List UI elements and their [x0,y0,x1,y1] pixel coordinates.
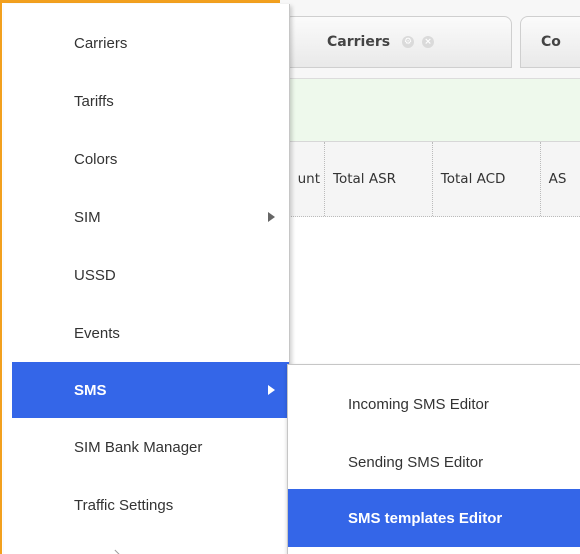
sms-submenu: Incoming SMS Editor Sending SMS Editor S… [287,364,580,554]
column-header-asr[interactable]: AS [541,142,580,216]
tab-carriers[interactable]: Carriers ⚙ × [284,16,512,68]
submenu-item-sending-sms-editor[interactable]: Sending SMS Editor [288,433,580,491]
main-menu: Carriers Tariffs Colors SIM USSD Events … [4,4,290,554]
menu-item-label: Colors [74,150,118,168]
tab-carriers-label: Carriers [327,34,391,50]
menu-item-label: USSD [74,266,116,284]
chevron-right-icon [268,385,275,395]
menu-item-label: SMS [74,381,107,399]
menu-item-ussd[interactable]: USSD [12,247,289,303]
submenu-item-incoming-sms-editor[interactable]: Incoming SMS Editor [288,375,580,433]
menu-item-label: SIM [74,208,101,226]
menu-item-sms[interactable]: SMS [12,362,289,418]
tab-next-label: Co [541,34,561,50]
tab-next[interactable]: Co [520,16,580,68]
menu-item-sim-bank-manager[interactable]: SIM Bank Manager [12,419,289,475]
chevron-right-icon [268,212,275,222]
menu-item-carriers[interactable]: Carriers [12,15,289,71]
tab-strip: Carriers ⚙ × Co [280,0,580,79]
submenu-item-label: Incoming SMS Editor [348,395,489,413]
carriers-window: Carriers ⚙ × Co unt Total ASR Total ACD … [0,0,580,554]
menu-item-colors[interactable]: Colors [12,131,289,187]
menu-item-label: Tariffs [74,92,114,110]
table-header: unt Total ASR Total ACD AS [280,142,580,217]
close-icon[interactable]: × [422,36,435,48]
menu-item-sim[interactable]: SIM [12,189,289,245]
filter-bar [280,79,580,142]
gear-icon[interactable]: ⚙ [402,36,415,48]
submenu-item-label: SMS templates Editor [348,509,503,527]
menu-item-events[interactable]: Events [12,305,289,361]
column-header-total-acd[interactable]: Total ACD [433,142,541,216]
menu-item-label: Carriers [74,34,128,52]
menu-item-label: Events [74,324,120,342]
submenu-item-sms-templates-editor[interactable]: SMS templates Editor [288,489,580,547]
menu-item-label: SIM Bank Manager [74,438,203,456]
menu-item-traffic-settings[interactable]: Traffic Settings [12,477,289,533]
menu-item-tariffs[interactable]: Tariffs [12,73,289,129]
submenu-item-label: Sending SMS Editor [348,453,484,471]
menu-item-label: Traffic Settings [74,496,174,514]
column-header-total-asr[interactable]: Total ASR [325,142,433,216]
